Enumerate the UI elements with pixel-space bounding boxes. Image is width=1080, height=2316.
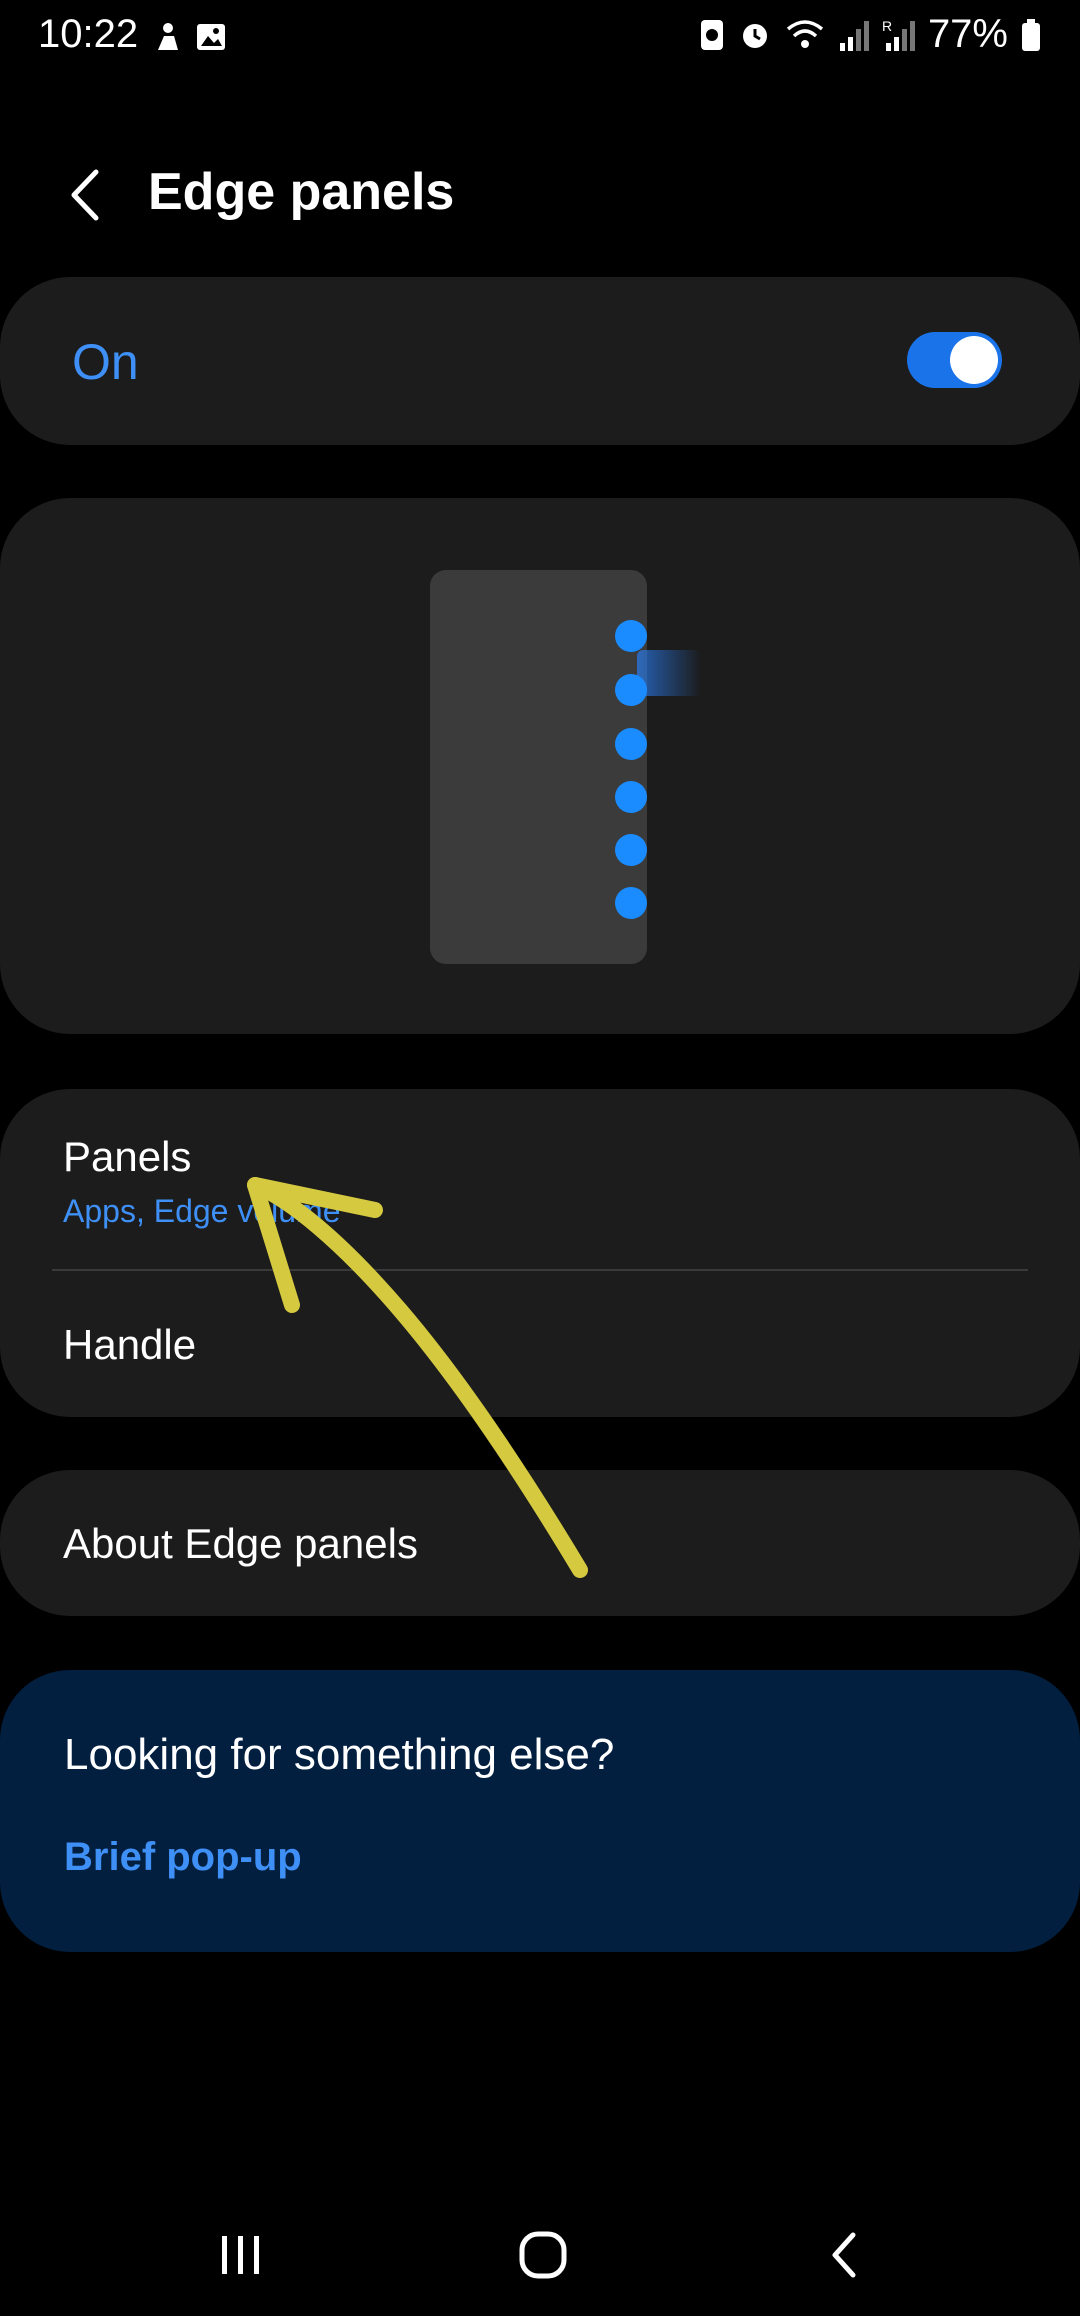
image-icon [197,24,225,50]
master-switch-card[interactable]: On [0,277,1080,445]
recent-apps-icon [222,2236,259,2274]
battery-icon [1022,18,1040,51]
back-nav-icon [832,2232,856,2278]
preview-dot [615,781,647,813]
suggestions-title: Looking for something else? [64,1730,615,1779]
brief-popup-link[interactable]: Brief pop-up [64,1835,302,1880]
handle-row[interactable]: Handle [0,1271,1080,1417]
toggle-knob [950,336,998,384]
status-icons-left [150,20,228,54]
page-title: Edge panels [148,163,455,221]
battery-percent: 77% [927,12,1008,56]
edge-panel-preview [0,498,1080,1034]
panels-subtitle: Apps, Edge volume [63,1193,341,1229]
back-nav-button[interactable] [790,2220,900,2290]
settings-card: Panels Apps, Edge volume Handle [0,1089,1080,1417]
master-switch-label: On [72,334,139,390]
preview-dot [615,728,647,760]
master-toggle-switch[interactable] [907,332,1002,388]
notification-figure-icon [158,23,178,50]
alarm-icon [742,23,767,48]
roaming-signal-icon: R [882,18,915,51]
svg-text:R: R [882,18,892,34]
back-button[interactable] [60,160,120,230]
preview-dot [615,887,647,919]
preview-dot [615,834,647,866]
signal-icon [839,20,869,51]
handle-title: Handle [63,1321,197,1368]
status-time: 10:22 [38,12,139,56]
panels-row[interactable]: Panels Apps, Edge volume [0,1089,1080,1269]
about-title: About Edge panels [63,1520,418,1567]
panels-title: Panels [63,1133,192,1180]
home-button[interactable] [488,2220,598,2290]
chevron-left-icon [71,169,99,221]
data-saver-icon [700,19,723,50]
home-icon [519,2231,567,2279]
wifi-icon [786,19,824,48]
preview-dot [615,620,647,652]
preview-dot [615,674,647,706]
recent-apps-button[interactable] [186,2220,296,2290]
status-icons-right: R 77% [698,12,1042,57]
suggestions-card: Looking for something else? Brief pop-up [0,1670,1080,1952]
about-edge-panels-row[interactable]: About Edge panels [0,1470,1080,1616]
